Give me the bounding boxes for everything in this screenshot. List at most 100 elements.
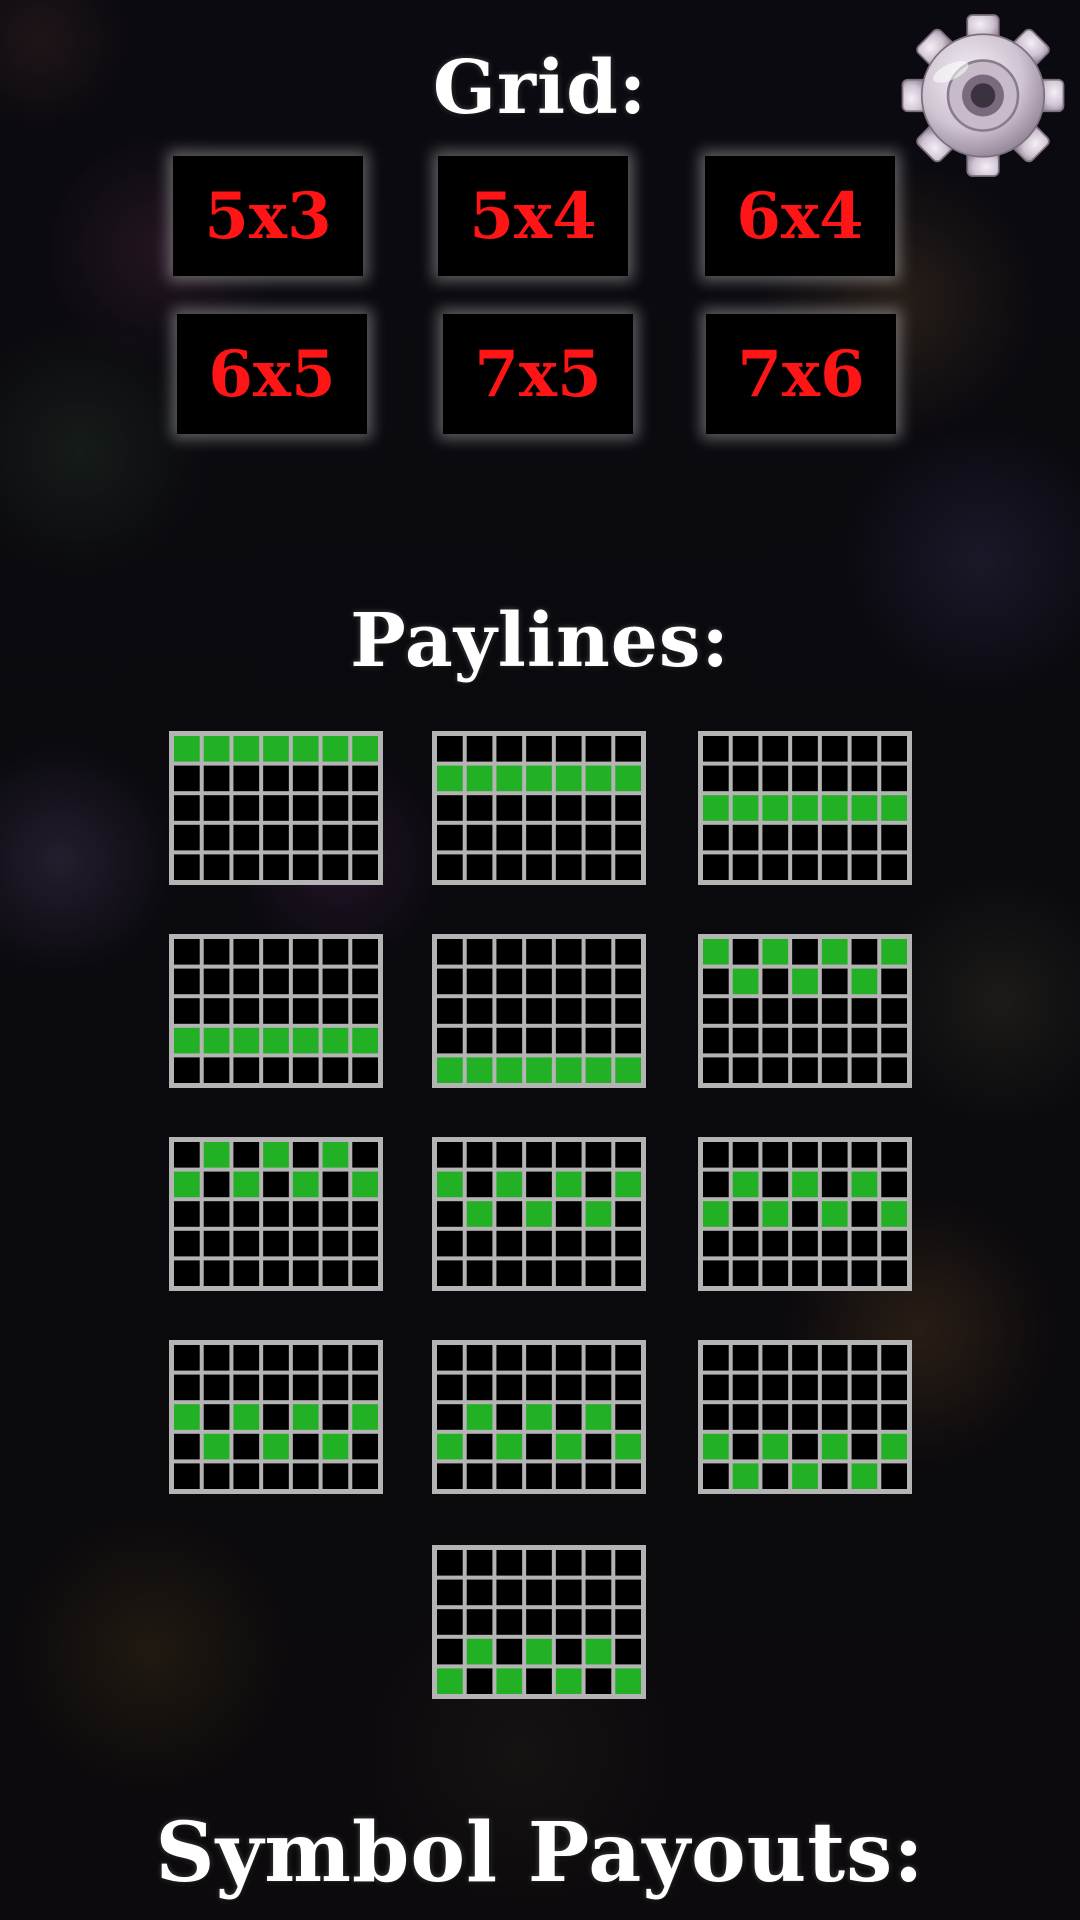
payline-cell xyxy=(555,1027,582,1054)
payline-active-cell xyxy=(526,1201,552,1227)
payline-cell xyxy=(263,795,289,821)
payline-active-cell xyxy=(437,1668,463,1694)
payline-cell xyxy=(352,1374,378,1401)
payline-cell xyxy=(496,1142,523,1168)
payline-cell xyxy=(555,795,582,821)
payline-diagram xyxy=(169,1340,383,1494)
payline-cell xyxy=(466,1260,493,1286)
payline-cell xyxy=(821,1057,848,1083)
payline-cell xyxy=(732,1374,759,1401)
payline-cell xyxy=(496,736,523,762)
payline-cell xyxy=(466,968,493,995)
payline-cell xyxy=(496,1609,523,1635)
payline-active-cell xyxy=(703,1201,729,1227)
payline-cell xyxy=(703,1230,729,1257)
payline-cell xyxy=(555,968,582,995)
payline-active-cell xyxy=(466,1057,493,1083)
payline-cell xyxy=(762,765,789,792)
payline-cell xyxy=(437,1463,463,1489)
payline-cell xyxy=(851,1404,878,1430)
payline-cell xyxy=(762,1057,789,1083)
payline-cell xyxy=(322,824,349,851)
payline-cell xyxy=(292,1201,319,1227)
settings-button[interactable] xyxy=(888,8,1078,183)
payline-cell xyxy=(466,1142,493,1168)
payline-cell xyxy=(851,1057,878,1083)
payline-active-cell xyxy=(352,1404,378,1430)
payline-cell xyxy=(821,1142,848,1168)
payline-active-cell xyxy=(496,1433,523,1460)
payline-cell xyxy=(233,824,260,851)
payline-cell xyxy=(555,1345,582,1371)
payline-cell xyxy=(292,1057,319,1083)
payline-active-cell xyxy=(233,1027,260,1054)
payline-cell xyxy=(585,1579,612,1606)
payline-cell xyxy=(352,1142,378,1168)
payline-active-cell xyxy=(233,736,260,762)
payline-cell xyxy=(352,854,378,880)
payline-cell xyxy=(881,1404,907,1430)
payline-cell xyxy=(526,1374,552,1401)
payline-cell xyxy=(762,1345,789,1371)
payline-cell xyxy=(292,998,319,1024)
payline-cell xyxy=(292,795,319,821)
payline-cell xyxy=(555,1609,582,1635)
payline-cell xyxy=(496,1201,523,1227)
grid-option-6x4[interactable]: 6x4 xyxy=(705,156,895,276)
payline-active-cell xyxy=(792,795,818,821)
payline-cell xyxy=(762,968,789,995)
payline-cell xyxy=(821,998,848,1024)
payline-cell xyxy=(437,1345,463,1371)
payline-cell xyxy=(352,1433,378,1460)
payline-cell xyxy=(466,1374,493,1401)
paytable-screen: Grid: 5x3 5x4 6x4 6x5 7x5 7x6 Paylines: … xyxy=(0,0,1080,1920)
payline-cell xyxy=(496,1345,523,1371)
grid-option-7x6[interactable]: 7x6 xyxy=(706,314,896,434)
payline-cell xyxy=(821,1345,848,1371)
payline-cell xyxy=(555,1638,582,1665)
payline-active-cell xyxy=(292,1404,319,1430)
grid-option-6x5[interactable]: 6x5 xyxy=(177,314,367,434)
payline-cell xyxy=(821,854,848,880)
payline-cell xyxy=(555,1142,582,1168)
payline-active-cell xyxy=(851,968,878,995)
payline-cell xyxy=(352,1463,378,1489)
payline-cell xyxy=(762,1142,789,1168)
payline-cell xyxy=(174,765,200,792)
payline-cell xyxy=(792,1374,818,1401)
payline-active-cell xyxy=(881,1433,907,1460)
payline-cell xyxy=(437,1579,463,1606)
grid-option-5x4[interactable]: 5x4 xyxy=(438,156,628,276)
payline-cell xyxy=(437,1550,463,1576)
grid-option-5x3[interactable]: 5x3 xyxy=(173,156,363,276)
payline-cell xyxy=(615,824,641,851)
payline-cell xyxy=(496,968,523,995)
payline-cell xyxy=(203,1260,230,1286)
payline-cell xyxy=(233,1230,260,1257)
payline-cell xyxy=(233,854,260,880)
payline-diagram xyxy=(169,1137,383,1291)
payline-active-cell xyxy=(762,1201,789,1227)
payline-cell xyxy=(732,1345,759,1371)
payline-cell xyxy=(322,1057,349,1083)
payline-cell xyxy=(203,939,230,965)
payline-cell xyxy=(233,939,260,965)
payline-cell xyxy=(585,1027,612,1054)
payline-cell xyxy=(703,1171,729,1198)
payline-cell xyxy=(292,854,319,880)
payline-cell xyxy=(732,1201,759,1227)
payline-cell xyxy=(437,736,463,762)
grid-option-7x5[interactable]: 7x5 xyxy=(443,314,633,434)
payline-cell xyxy=(263,998,289,1024)
payline-cell xyxy=(466,795,493,821)
payline-active-cell xyxy=(703,795,729,821)
payline-cell xyxy=(174,998,200,1024)
payline-cell xyxy=(792,1230,818,1257)
payline-cell xyxy=(437,795,463,821)
payline-cell xyxy=(881,765,907,792)
payline-cell xyxy=(352,1345,378,1371)
payline-cell xyxy=(703,854,729,880)
payline-cell xyxy=(762,1230,789,1257)
payline-cell xyxy=(821,1171,848,1198)
payline-cell xyxy=(585,1260,612,1286)
